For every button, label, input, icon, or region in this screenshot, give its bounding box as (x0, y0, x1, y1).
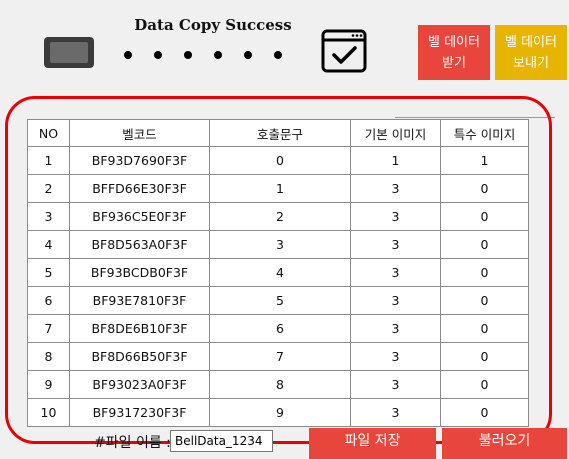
cell-default-image: 3 (350, 202, 441, 231)
cell-default-image: 3 (350, 398, 441, 427)
cell-default-image: 3 (350, 370, 441, 399)
filename-label: #파일 이름 : (94, 435, 171, 451)
load-file-button[interactable]: 불러오기 (442, 428, 567, 459)
table-row[interactable]: 3 BF936C5E0F3F 2 3 0 (27, 202, 529, 231)
cell-call-phrase: 1 (209, 174, 351, 203)
cell-no: 6 (27, 286, 70, 315)
column-header-no: NO (27, 119, 70, 147)
cell-bell-code: BF93D7690F3F (69, 146, 210, 175)
cell-special-image: 0 (440, 342, 529, 371)
cell-call-phrase: 6 (209, 314, 351, 343)
cell-no: 10 (27, 398, 70, 427)
cell-default-image: 3 (350, 314, 441, 343)
cell-special-image: 0 (440, 174, 529, 203)
send-button-line1: 벨 데이터 (505, 34, 557, 50)
table-row[interactable]: 8 BF8D66B50F3F 7 3 0 (27, 342, 529, 371)
device-icon (44, 37, 94, 68)
filename-input[interactable] (170, 430, 273, 452)
cell-default-image: 3 (350, 258, 441, 287)
table-body: 1 BF93D7690F3F 0 1 1 2 BFFD66E30F3F 1 3 0 3 BF936C5… (27, 146, 529, 427)
cell-default-image: 1 (350, 146, 441, 175)
column-header-bell-code: 벨코드 (69, 119, 210, 147)
table-row[interactable]: 2 BFFD66E30F3F 1 3 0 (27, 174, 529, 203)
cell-special-image: 0 (440, 230, 529, 259)
cell-special-image: 0 (440, 398, 529, 427)
receive-button-line2: 받기 (442, 55, 466, 71)
send-button-line2: 보내기 (513, 55, 549, 71)
panel-tab-line (395, 117, 555, 118)
table-row[interactable]: 9 BF93023A0F3F 8 3 0 (27, 370, 529, 399)
column-header-call-phrase: 호출문구 (209, 119, 351, 147)
cell-special-image: 0 (440, 286, 529, 315)
cell-call-phrase: 9 (209, 398, 351, 427)
transfer-dots-icon (124, 51, 310, 61)
table-row[interactable]: 5 BF93BCDB0F3F 4 3 0 (27, 258, 529, 287)
cell-no: 2 (27, 174, 70, 203)
table-row[interactable]: 1 BF93D7690F3F 0 1 1 (27, 146, 529, 175)
cell-bell-code: BF936C5E0F3F (69, 202, 210, 231)
send-bell-data-button[interactable]: 벨 데이터 보내기 (495, 25, 567, 80)
cell-default-image: 3 (350, 230, 441, 259)
cell-bell-code: BF93023A0F3F (69, 370, 210, 399)
cell-default-image: 3 (350, 286, 441, 315)
cell-bell-code: BFFD66E30F3F (69, 174, 210, 203)
cell-no: 1 (27, 146, 70, 175)
cell-bell-code: BF9317230F3F (69, 398, 210, 427)
cell-no: 8 (27, 342, 70, 371)
table-row[interactable]: 7 BF8DE6B10F3F 6 3 0 (27, 314, 529, 343)
cell-call-phrase: 0 (209, 146, 351, 175)
cell-special-image: 0 (440, 314, 529, 343)
cell-call-phrase: 8 (209, 370, 351, 399)
cell-bell-code: BF93E7810F3F (69, 286, 210, 315)
cell-special-image: 0 (440, 370, 529, 399)
cell-call-phrase: 2 (209, 202, 351, 231)
column-header-default-image: 기본 이미지 (350, 119, 441, 147)
cell-no: 5 (27, 258, 70, 287)
receive-bell-data-button[interactable]: 벨 데이터 받기 (418, 25, 490, 80)
window-check-icon (321, 29, 367, 73)
cell-call-phrase: 3 (209, 230, 351, 259)
table-row[interactable]: 10 BF9317230F3F 9 3 0 (27, 398, 529, 427)
bell-data-table[interactable]: NO 벨코드 호출문구 기본 이미지 특수 이미지 1 BF93D7690F3F 0… (27, 119, 529, 427)
save-file-button[interactable]: 파일 저장 (309, 428, 436, 459)
cell-bell-code: BF93BCDB0F3F (69, 258, 210, 287)
cell-call-phrase: 5 (209, 286, 351, 315)
cell-special-image: 0 (440, 202, 529, 231)
cell-default-image: 3 (350, 174, 441, 203)
cell-special-image: 0 (440, 258, 529, 287)
receive-button-line1: 벨 데이터 (428, 34, 480, 50)
table-row[interactable]: 4 BF8D563A0F3F 3 3 0 (27, 230, 529, 259)
cell-no: 3 (27, 202, 70, 231)
table-header-row: NO 벨코드 호출문구 기본 이미지 특수 이미지 (27, 119, 529, 147)
table-row[interactable]: 6 BF93E7810F3F 5 3 0 (27, 286, 529, 315)
cell-no: 7 (27, 314, 70, 343)
cell-call-phrase: 4 (209, 258, 351, 287)
cell-default-image: 3 (350, 342, 441, 371)
status-title: Data Copy Success (134, 16, 292, 34)
cell-no: 9 (27, 370, 70, 399)
cell-special-image: 1 (440, 146, 529, 175)
cell-no: 4 (27, 230, 70, 259)
cell-call-phrase: 7 (209, 342, 351, 371)
cell-bell-code: BF8D66B50F3F (69, 342, 210, 371)
cell-bell-code: BF8DE6B10F3F (69, 314, 210, 343)
column-header-special-image: 특수 이미지 (440, 119, 529, 147)
cell-bell-code: BF8D563A0F3F (69, 230, 210, 259)
